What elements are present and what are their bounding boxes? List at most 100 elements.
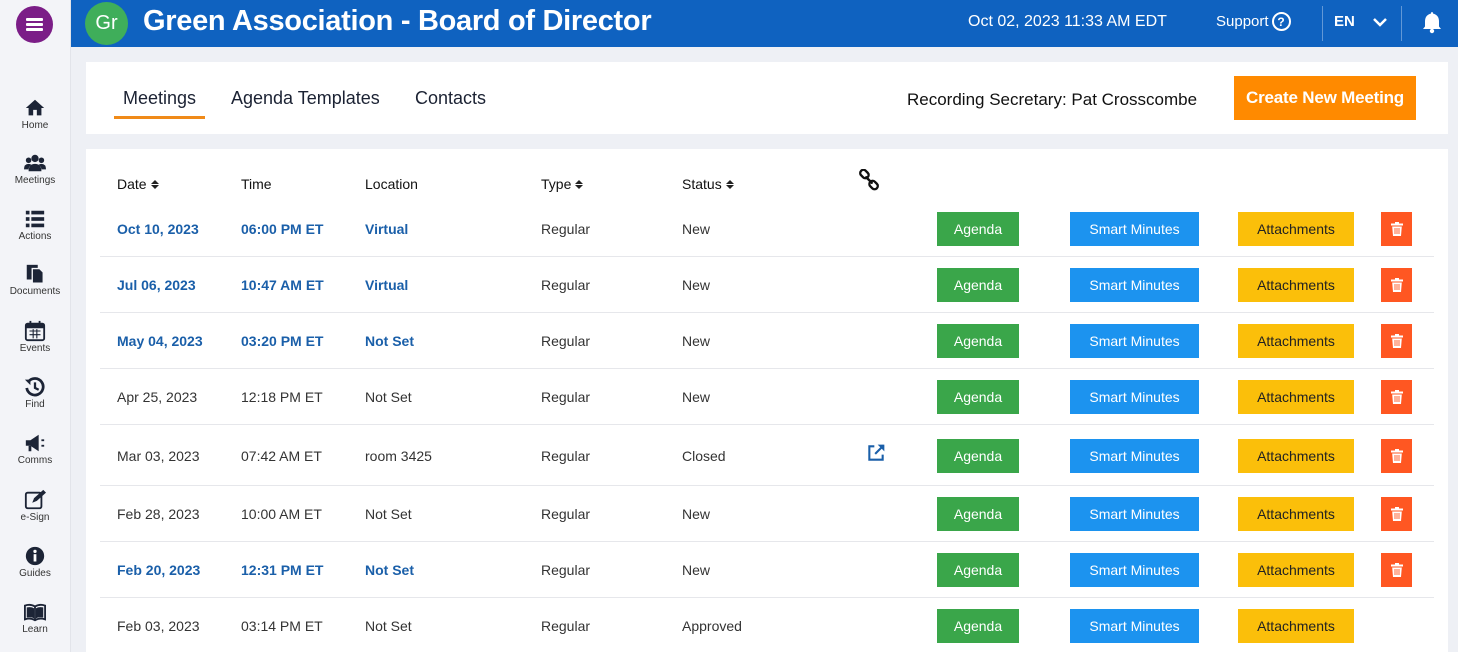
smart-minutes-button[interactable]: Smart Minutes — [1070, 380, 1199, 414]
date-cell[interactable]: Feb 20, 2023 — [117, 562, 200, 578]
status-cell: Approved — [682, 618, 742, 634]
sort-icon — [725, 179, 734, 189]
trash-icon — [1390, 222, 1403, 236]
sidebar-item-events[interactable]: Events — [0, 320, 70, 370]
column-header-time: Time — [241, 176, 272, 192]
type-cell: Regular — [541, 562, 591, 578]
smart-minutes-button[interactable]: Smart Minutes — [1070, 497, 1199, 531]
sidebar-item-esign[interactable]: e-Sign — [0, 489, 70, 539]
agenda-button[interactable]: Agenda — [937, 439, 1019, 473]
documents-icon — [26, 264, 44, 284]
smart-minutes-button[interactable]: Smart Minutes — [1070, 439, 1199, 473]
agenda-button[interactable]: Agenda — [937, 268, 1019, 302]
sidebar-item-find[interactable]: Find — [0, 376, 70, 426]
support-link[interactable]: Support ? — [1216, 12, 1291, 31]
delete-button[interactable] — [1381, 212, 1412, 246]
time-cell[interactable]: 10:47 AM ET — [241, 277, 324, 293]
attachments-button[interactable]: Attachments — [1238, 324, 1354, 358]
status-cell: Closed — [682, 448, 726, 464]
trash-icon — [1390, 507, 1403, 521]
attachments-button[interactable]: Attachments — [1238, 497, 1354, 531]
tab-meetings[interactable]: Meetings — [123, 88, 196, 109]
date-cell[interactable]: Oct 10, 2023 — [117, 221, 199, 237]
sidebar-item-documents[interactable]: Documents — [0, 263, 70, 313]
time-cell: 12:18 PM ET — [241, 389, 323, 405]
status-cell: New — [682, 333, 711, 349]
location-cell: Not Set — [365, 506, 412, 522]
active-tab-indicator — [114, 116, 205, 119]
sidebar-item-home[interactable]: Home — [0, 97, 70, 147]
attachments-button[interactable]: Attachments — [1238, 268, 1354, 302]
sidebar-item-actions[interactable]: Actions — [0, 208, 70, 258]
attachments-button[interactable]: Attachments — [1238, 212, 1354, 246]
trash-icon — [1390, 563, 1403, 577]
trash-icon — [1390, 278, 1403, 292]
language-label: EN — [1334, 13, 1355, 30]
trash-icon — [1390, 334, 1403, 348]
location-cell[interactable]: Virtual — [365, 277, 408, 293]
sort-icon — [150, 179, 159, 189]
info-icon — [25, 546, 45, 566]
column-header-status[interactable]: Status — [682, 176, 734, 192]
time-cell[interactable]: 06:00 PM ET — [241, 221, 323, 237]
date-cell[interactable]: May 04, 2023 — [117, 333, 203, 349]
location-cell[interactable]: Not Set — [365, 333, 414, 349]
sidebar-item-comms[interactable]: Comms — [0, 432, 70, 482]
attachments-button[interactable]: Attachments — [1238, 609, 1354, 643]
table-row: Feb 28, 2023 10:00 AM ET Not Set Regular New… — [100, 486, 1434, 542]
tab-agenda-templates[interactable]: Agenda Templates — [231, 88, 380, 109]
agenda-button[interactable]: Agenda — [937, 609, 1019, 643]
time-cell[interactable]: 12:31 PM ET — [241, 562, 323, 578]
column-header-type[interactable]: Type — [541, 176, 584, 192]
status-cell: New — [682, 221, 711, 237]
agenda-button[interactable]: Agenda — [937, 553, 1019, 587]
delete-button[interactable] — [1381, 268, 1412, 302]
megaphone-icon — [25, 434, 45, 452]
delete-button[interactable] — [1381, 439, 1412, 473]
attachments-button[interactable]: Attachments — [1238, 380, 1354, 414]
smart-minutes-button[interactable]: Smart Minutes — [1070, 324, 1199, 358]
delete-button[interactable] — [1381, 497, 1412, 531]
calendar-icon — [24, 320, 46, 342]
sort-icon — [575, 179, 584, 189]
org-avatar[interactable]: Gr — [85, 2, 128, 45]
table-row: Jul 06, 2023 10:47 AM ET Virtual Regular New… — [100, 257, 1434, 313]
smart-minutes-button[interactable]: Smart Minutes — [1070, 212, 1199, 246]
sidebar-item-learn[interactable]: Learn — [0, 601, 70, 651]
time-cell[interactable]: 03:20 PM ET — [241, 333, 323, 349]
agenda-button[interactable]: Agenda — [937, 497, 1019, 531]
top-header: Gr Green Association - Board of Director… — [71, 0, 1458, 47]
attachments-button[interactable]: Attachments — [1238, 439, 1354, 473]
delete-button[interactable] — [1381, 380, 1412, 414]
attachments-button[interactable]: Attachments — [1238, 553, 1354, 587]
column-header-date[interactable]: Date — [117, 176, 159, 192]
menu-button[interactable] — [16, 6, 53, 43]
sidebar-item-guides[interactable]: Guides — [0, 545, 70, 595]
status-cell: New — [682, 277, 711, 293]
type-cell: Regular — [541, 277, 591, 293]
time-cell: 10:00 AM ET — [241, 506, 322, 522]
smart-minutes-button[interactable]: Smart Minutes — [1070, 609, 1199, 643]
agenda-button[interactable]: Agenda — [937, 212, 1019, 246]
type-cell: Regular — [541, 506, 591, 522]
language-selector[interactable]: EN — [1334, 13, 1387, 30]
date-cell: Feb 03, 2023 — [117, 618, 200, 634]
book-icon — [24, 603, 46, 622]
location-cell[interactable]: Virtual — [365, 221, 408, 237]
table-row: Feb 03, 2023 03:14 PM ET Not Set Regular App… — [100, 598, 1434, 652]
smart-minutes-button[interactable]: Smart Minutes — [1070, 268, 1199, 302]
tab-contacts[interactable]: Contacts — [415, 88, 486, 109]
help-icon: ? — [1271, 12, 1291, 31]
external-link-icon[interactable] — [866, 443, 886, 463]
agenda-button[interactable]: Agenda — [937, 380, 1019, 414]
agenda-button[interactable]: Agenda — [937, 324, 1019, 358]
smart-minutes-button[interactable]: Smart Minutes — [1070, 553, 1199, 587]
users-icon — [24, 154, 46, 172]
delete-button[interactable] — [1381, 324, 1412, 358]
date-cell[interactable]: Jul 06, 2023 — [117, 277, 196, 293]
bell-icon[interactable] — [1420, 10, 1444, 34]
location-cell[interactable]: Not Set — [365, 562, 414, 578]
sidebar-item-meetings[interactable]: Meetings — [0, 152, 70, 202]
create-new-meeting-button[interactable]: Create New Meeting — [1234, 76, 1416, 120]
delete-button[interactable] — [1381, 553, 1412, 587]
